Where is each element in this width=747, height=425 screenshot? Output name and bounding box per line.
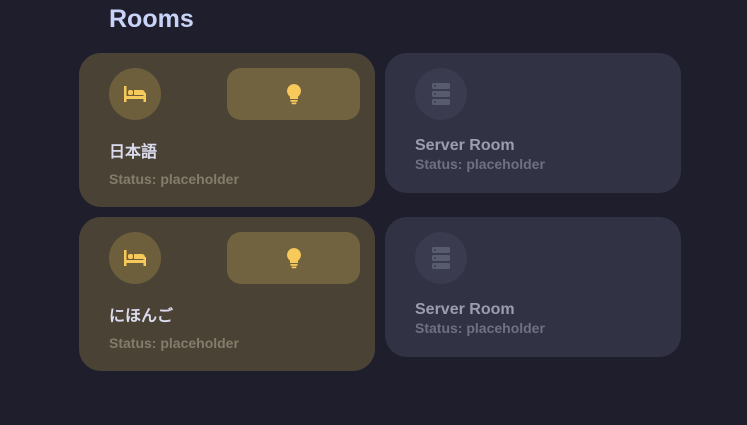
room-status: Status: placeholder <box>415 156 545 172</box>
room-card-server-room[interactable]: Server Room Status: placeholder <box>385 217 681 357</box>
room-name: Server Room <box>415 301 515 318</box>
room-name: 日本語 <box>109 144 158 161</box>
room-card-nihongo-kanji[interactable]: 日本語 Status: placeholder <box>79 53 375 207</box>
lightbulb-icon <box>286 83 302 105</box>
room-status: Status: placeholder <box>415 320 545 336</box>
room-card-nihongo-hiragana[interactable]: にほんご Status: placeholder <box>79 217 375 371</box>
room-status: Status: placeholder <box>109 171 239 187</box>
light-toggle-button[interactable] <box>227 232 360 284</box>
lightbulb-icon <box>286 247 302 269</box>
room-card-server-room[interactable]: Server Room Status: placeholder <box>385 53 681 193</box>
light-toggle-button[interactable] <box>227 68 360 120</box>
bed-icon <box>109 68 161 120</box>
rooms-page: Rooms 日本語 Status: placeholder Server Roo… <box>0 0 747 425</box>
server-icon <box>415 68 467 120</box>
server-icon <box>415 232 467 284</box>
bed-icon <box>109 232 161 284</box>
room-name: Server Room <box>415 137 515 154</box>
room-status: Status: placeholder <box>109 335 239 351</box>
section-title: Rooms <box>109 5 194 33</box>
room-name: にほんご <box>109 308 174 325</box>
